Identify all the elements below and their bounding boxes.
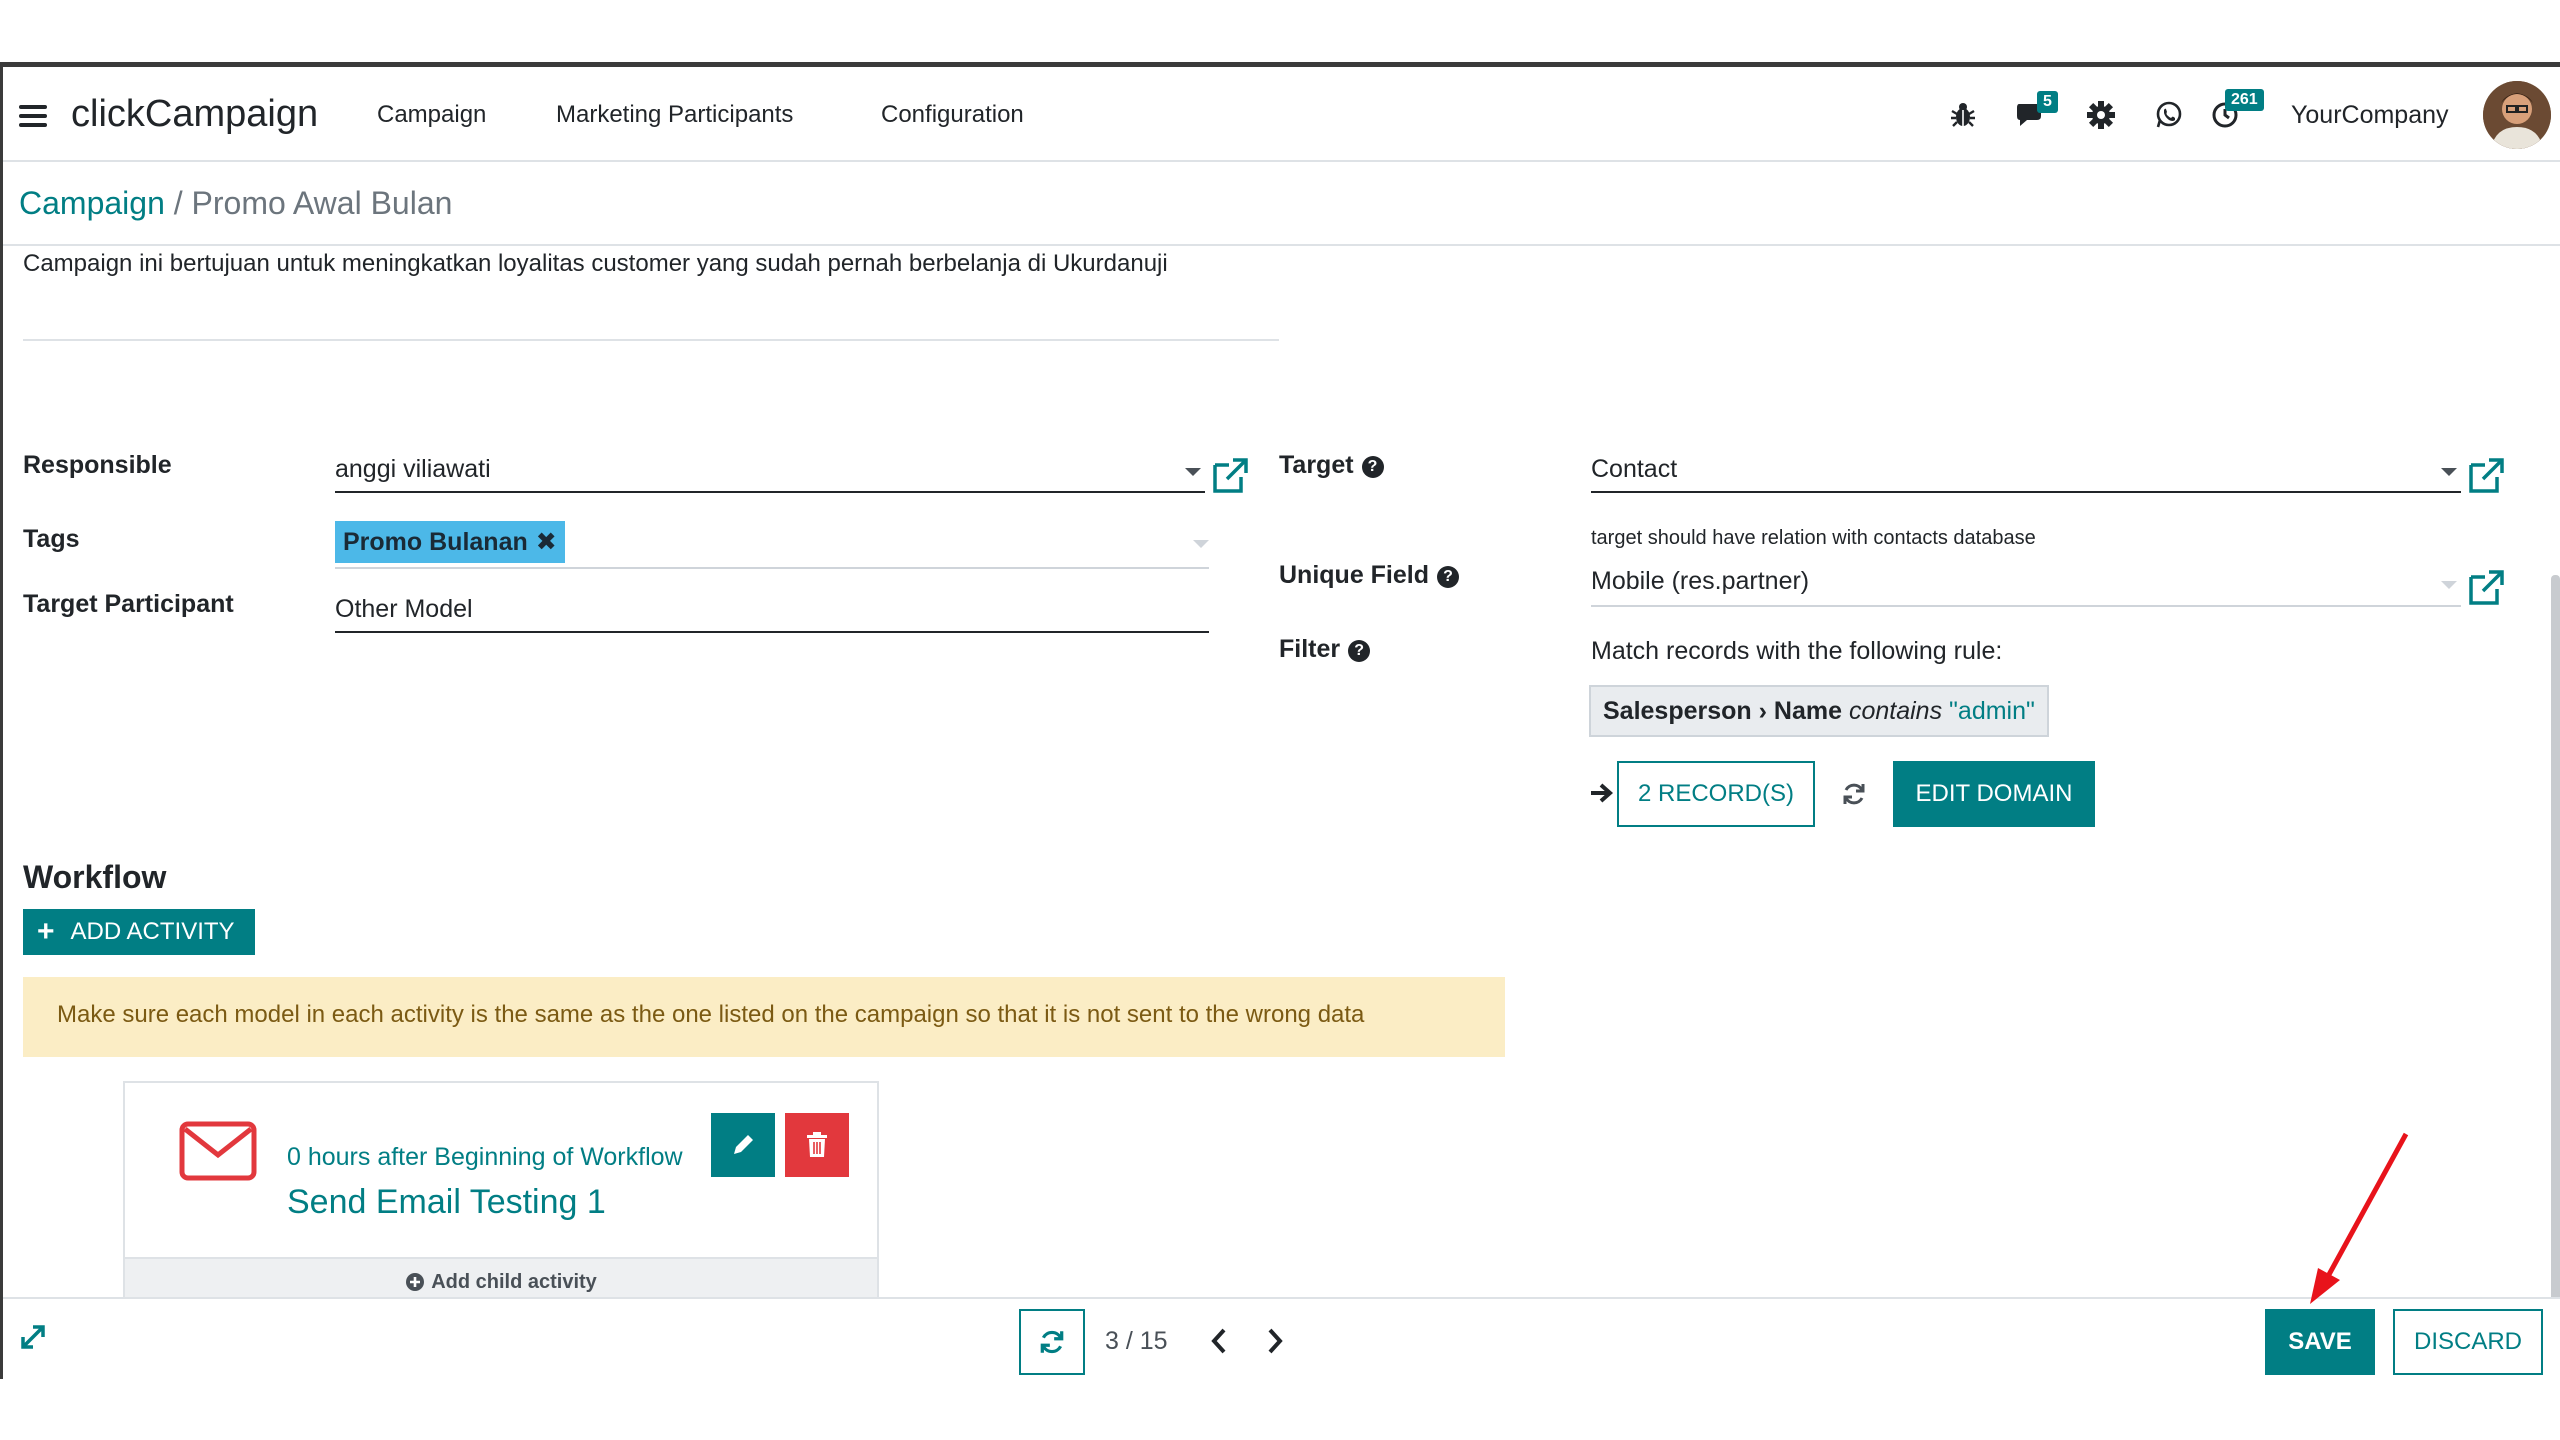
plus-icon: + xyxy=(37,915,55,948)
activity-timing: 0 hours after Beginning of Workflow xyxy=(287,1143,683,1171)
domain-rule-chip[interactable]: Salesperson › Name contains "admin" xyxy=(1589,685,2049,737)
responsible-field[interactable]: anggi viliawati xyxy=(335,455,491,484)
target-underline xyxy=(1591,491,2461,493)
tag-label: Promo Bulanan xyxy=(343,528,528,556)
unique-field-external-link-icon[interactable] xyxy=(2467,567,2507,607)
filter-rule-text: Match records with the following rule: xyxy=(1591,637,2003,665)
unique-field-label-text: Unique Field xyxy=(1279,561,1429,589)
domain-operator: contains xyxy=(1848,697,1943,725)
add-child-activity-label: Add child activity xyxy=(431,1270,597,1293)
bottom-action-bar: 3 / 15 SAVE DISCARD xyxy=(3,1297,2560,1379)
delete-activity-button[interactable] xyxy=(785,1113,849,1177)
debug-bug-icon[interactable] xyxy=(1945,97,1981,133)
refresh-domain-icon[interactable] xyxy=(1841,781,1867,807)
vertical-scrollbar[interactable] xyxy=(2551,575,2560,1361)
discard-button[interactable]: DISCARD xyxy=(2393,1309,2543,1375)
messages-badge: 5 xyxy=(2037,91,2058,113)
target-participant-label: Target Participant xyxy=(23,590,234,618)
responsible-dropdown-caret-icon[interactable] xyxy=(1185,468,1201,476)
breadcrumb-current: Promo Awal Bulan xyxy=(191,185,453,221)
records-count-button[interactable]: 2 RECORD(S) xyxy=(1617,761,1815,827)
filter-help-icon[interactable]: ? xyxy=(1348,640,1371,662)
domain-field: Salesperson xyxy=(1603,697,1752,725)
email-envelope-icon xyxy=(179,1121,257,1181)
workflow-heading: Workflow xyxy=(23,859,167,895)
refresh-icon xyxy=(1040,1330,1064,1354)
add-activity-label: ADD ACTIVITY xyxy=(70,918,235,945)
whatsapp-icon[interactable] xyxy=(2151,97,2187,133)
tag-remove-icon[interactable]: ✖ xyxy=(536,528,557,556)
target-hint: target should have relation with contact… xyxy=(1591,527,2036,549)
tags-dropdown-caret-icon[interactable] xyxy=(1193,540,1209,548)
description-underline xyxy=(23,339,1279,341)
user-avatar[interactable] xyxy=(2483,81,2551,149)
pager-next-icon[interactable] xyxy=(1265,1327,1285,1355)
responsible-external-link-icon[interactable] xyxy=(1211,455,1251,495)
breadcrumb-separator: / xyxy=(164,185,192,221)
activity-card: 0 hours after Beginning of Workflow Send… xyxy=(123,1081,879,1307)
trash-icon xyxy=(807,1132,827,1157)
target-label: Target? xyxy=(1279,451,1384,480)
target-label-text: Target xyxy=(1279,451,1354,479)
add-activity-button[interactable]: + ADD ACTIVITY xyxy=(23,909,255,955)
pager-value[interactable]: 3 / 15 xyxy=(1105,1327,1168,1356)
edit-domain-button[interactable]: EDIT DOMAIN xyxy=(1893,761,2095,827)
filter-label-text: Filter xyxy=(1279,635,1341,663)
responsible-label: Responsible xyxy=(23,451,172,479)
company-switcher[interactable]: YourCompany xyxy=(2291,101,2449,130)
breadcrumb-campaign-link[interactable]: Campaign xyxy=(19,185,165,221)
activity-name[interactable]: Send Email Testing 1 xyxy=(287,1183,606,1222)
pencil-icon xyxy=(734,1135,753,1154)
expand-icon[interactable] xyxy=(19,1323,47,1351)
menu-toggle-icon[interactable] xyxy=(19,105,47,127)
save-button[interactable]: SAVE xyxy=(2265,1309,2375,1375)
target-external-link-icon[interactable] xyxy=(2467,455,2507,495)
breadcrumb-divider xyxy=(3,244,2560,246)
unique-field-underline xyxy=(1591,605,2461,607)
breadcrumb: Campaign / Promo Awal Bulan xyxy=(19,185,452,222)
unique-field-dropdown-caret-icon[interactable] xyxy=(2441,581,2457,589)
reload-record-button[interactable] xyxy=(1019,1309,1085,1375)
pager-previous-icon[interactable] xyxy=(1209,1327,1229,1355)
menu-configuration[interactable]: Configuration xyxy=(881,101,1024,129)
edit-activity-button[interactable] xyxy=(711,1113,775,1177)
app-window: clickCampaign Campaign Marketing Partici… xyxy=(0,62,2560,1379)
campaign-description-field[interactable]: Campaign ini bertujuan untuk meningkatka… xyxy=(23,250,1168,278)
tags-label: Tags xyxy=(23,525,80,553)
responsible-underline xyxy=(335,491,1205,493)
activities-badge: 261 xyxy=(2225,89,2264,111)
domain-path-chevron-icon: › xyxy=(1758,697,1774,725)
domain-subfield: Name xyxy=(1773,697,1843,725)
unique-field-help-icon[interactable]: ? xyxy=(1437,566,1459,588)
model-warning-alert: Make sure each model in each activity is… xyxy=(23,977,1505,1057)
unique-field-field[interactable]: Mobile (res.partner) xyxy=(1591,567,1809,596)
menu-marketing-participants[interactable]: Marketing Participants xyxy=(556,101,793,129)
filter-label: Filter? xyxy=(1279,635,1371,664)
target-help-icon[interactable]: ? xyxy=(1361,456,1384,478)
arrow-right-icon xyxy=(1591,783,1614,803)
target-field[interactable]: Contact xyxy=(1591,455,1677,484)
menu-campaign[interactable]: Campaign xyxy=(377,101,486,129)
target-dropdown-caret-icon[interactable] xyxy=(2441,468,2457,476)
unique-field-label: Unique Field? xyxy=(1279,561,1459,590)
plus-circle-icon xyxy=(406,1273,425,1291)
target-participant-underline xyxy=(335,631,1209,633)
target-participant-field[interactable]: Other Model xyxy=(335,595,473,624)
tags-underline xyxy=(335,567,1209,569)
app-name[interactable]: clickCampaign xyxy=(71,93,318,136)
domain-value: "admin" xyxy=(1949,697,2035,725)
top-navbar: clickCampaign Campaign Marketing Partici… xyxy=(3,67,2560,162)
tag-promo-bulanan: Promo Bulanan ✖ xyxy=(335,521,565,563)
settings-gear-icon[interactable] xyxy=(2083,97,2119,133)
